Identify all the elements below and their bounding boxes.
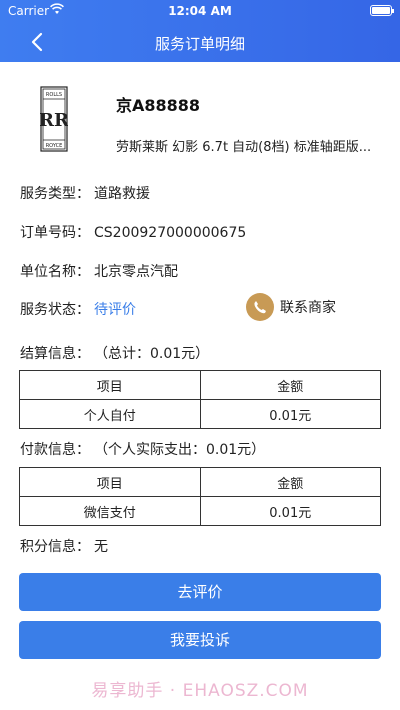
- column-header: 项目: [19, 370, 201, 400]
- rolls-royce-logo: ROLLS RR ROYCE: [40, 86, 68, 152]
- points-value: 无: [94, 539, 108, 555]
- service-type-row: 服务类型： 道路救援: [20, 183, 150, 203]
- contact-merchant-button[interactable]: 联系商家: [246, 292, 336, 322]
- payment-table: 项目 金额 微信支付 0.01元: [19, 467, 381, 526]
- service-type-label: 服务类型：: [20, 186, 90, 202]
- status-row: 服务状态： 待评价: [20, 299, 136, 319]
- car-plate: 京A88888: [116, 96, 201, 115]
- service-type-value: 道路救援: [94, 186, 150, 202]
- complaint-button[interactable]: 我要投诉: [19, 621, 381, 659]
- unit-label: 单位名称：: [20, 264, 90, 280]
- svg-text:RR: RR: [40, 110, 68, 131]
- table-header-row: 项目 金额: [19, 467, 381, 497]
- order-no-label: 订单号码：: [20, 225, 90, 241]
- payment-title: 付款信息：: [20, 442, 90, 458]
- table-cell: 个人自付: [19, 399, 201, 429]
- table-cell: 微信支付: [19, 496, 201, 526]
- contact-merchant-label: 联系商家: [280, 300, 336, 316]
- settlement-total: （总计：0.01元）: [94, 346, 210, 362]
- header-bar: Carrier 12:04 AM 服务订单明细: [0, 0, 400, 62]
- svg-text:ROLLS: ROLLS: [46, 92, 62, 98]
- svg-text:ROYCE: ROYCE: [46, 143, 63, 149]
- table-cell: 0.01元: [199, 496, 381, 526]
- watermark: 易享助手 · EHAOSZ.COM: [91, 681, 309, 701]
- settlement-table: 项目 金额 个人自付 0.01元: [19, 370, 381, 429]
- table-row: 个人自付 0.01元: [19, 399, 381, 429]
- review-button[interactable]: 去评价: [19, 573, 381, 611]
- clock: 12:04 AM: [168, 4, 232, 18]
- unit-value: 北京零点汽配: [94, 264, 178, 280]
- payment-total: （个人实际支出：0.01元）: [94, 442, 266, 458]
- status-label: 服务状态：: [20, 302, 90, 318]
- unit-row: 单位名称： 北京零点汽配: [20, 261, 178, 281]
- status-value: 待评价: [94, 302, 136, 318]
- payment-header: 付款信息： （个人实际支出：0.01元）: [20, 439, 265, 459]
- battery-icon: [370, 5, 394, 16]
- column-header: 项目: [19, 467, 201, 497]
- order-no-value: CS200927000000675: [94, 225, 247, 241]
- table-cell: 0.01元: [199, 399, 381, 429]
- table-row: 微信支付 0.01元: [19, 496, 381, 526]
- phone-icon: [246, 293, 274, 321]
- car-model: 劳斯莱斯 幻影 6.7t 自动(8档) 标准轴距版...: [116, 140, 372, 155]
- status-bar: Carrier 12:04 AM: [0, 0, 400, 22]
- page-title: 服务订单明细: [154, 35, 245, 53]
- settlement-header: 结算信息： （总计：0.01元）: [20, 343, 209, 363]
- column-header: 金额: [199, 467, 381, 497]
- settlement-title: 结算信息：: [20, 346, 90, 362]
- order-no-row: 订单号码： CS200927000000675: [20, 222, 246, 242]
- points-row: 积分信息：无: [20, 536, 108, 556]
- points-label: 积分信息：: [20, 539, 90, 555]
- table-header-row: 项目 金额: [19, 370, 381, 400]
- column-header: 金额: [199, 370, 381, 400]
